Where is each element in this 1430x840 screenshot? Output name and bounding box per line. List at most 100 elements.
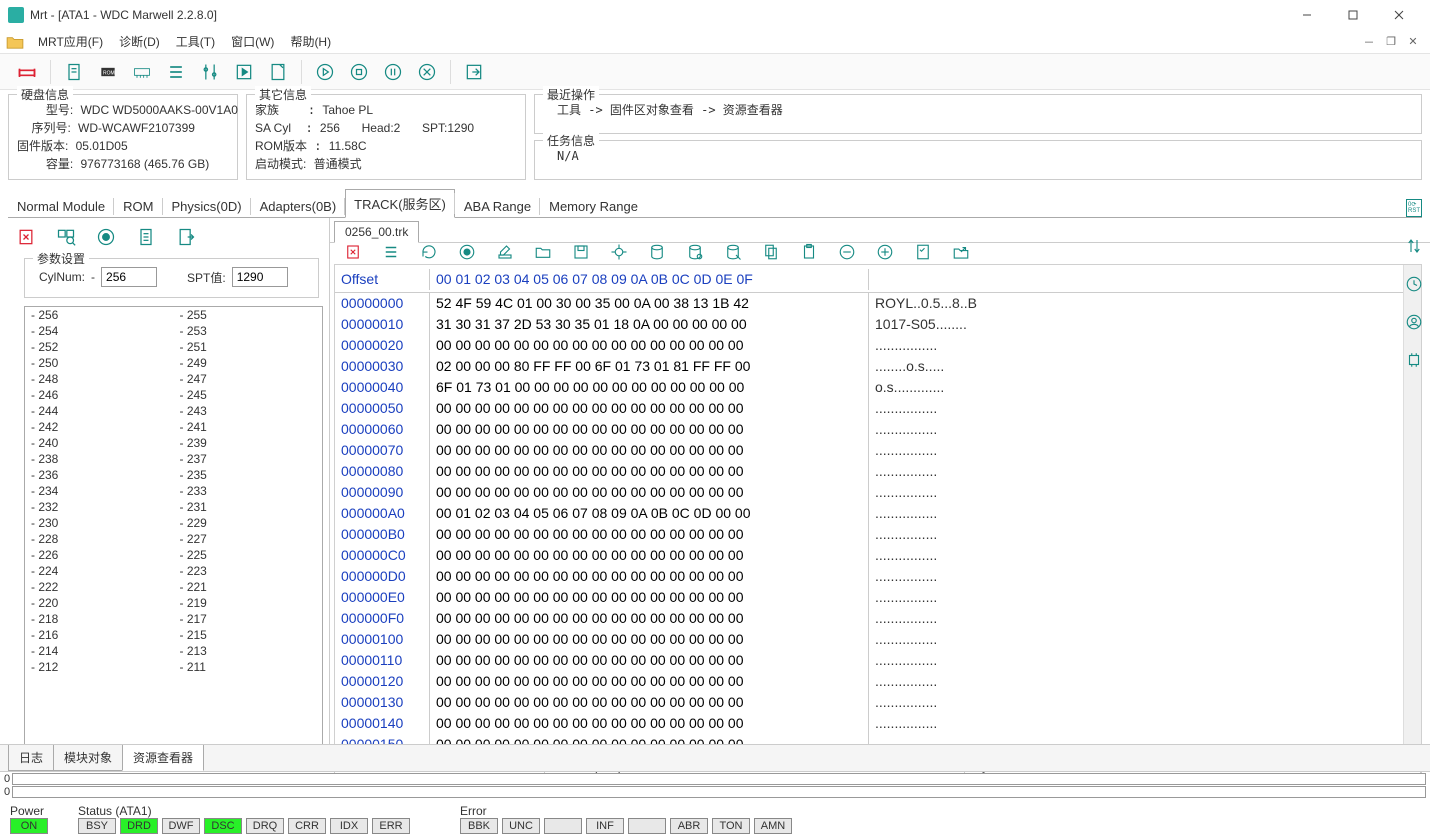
tool-cancel-icon[interactable] (410, 55, 444, 89)
list-item[interactable]: - 250- 249 (25, 355, 322, 371)
tool-run-icon[interactable] (227, 55, 261, 89)
maximize-button[interactable] (1330, 0, 1376, 30)
hex-tool-plus-icon[interactable] (876, 243, 894, 264)
hex-tool-db2-icon[interactable] (686, 243, 704, 264)
tool-doc-icon[interactable] (57, 55, 91, 89)
hex-row[interactable]: 0000005000 00 00 00 00 00 00 00 00 00 00… (335, 398, 1403, 419)
hex-tool-save-icon[interactable] (572, 243, 590, 264)
hex-tool-minus-icon[interactable] (838, 243, 856, 264)
list-item[interactable]: - 242- 241 (25, 419, 322, 435)
list-item[interactable]: - 238- 237 (25, 451, 322, 467)
hex-row[interactable]: 000000C000 00 00 00 00 00 00 00 00 00 00… (335, 545, 1403, 566)
hex-row[interactable]: 0000001031 30 31 37 2D 53 30 35 01 18 0A… (335, 314, 1403, 335)
list-item[interactable]: - 256- 255 (25, 307, 322, 323)
hex-row[interactable]: 000000A000 01 02 03 04 05 06 07 08 09 0A… (335, 503, 1403, 524)
menu-tools[interactable]: 工具(T) (176, 33, 215, 50)
hex-row[interactable]: 000000B000 00 00 00 00 00 00 00 00 00 00… (335, 524, 1403, 545)
spt-input[interactable] (232, 267, 288, 287)
hex-tool-record-icon[interactable] (458, 243, 476, 264)
left-tool-page-icon[interactable] (136, 227, 156, 250)
list-item[interactable]: - 234- 233 (25, 483, 322, 499)
hex-row[interactable]: 0000007000 00 00 00 00 00 00 00 00 00 00… (335, 440, 1403, 461)
menu-help[interactable]: 帮助(H) (290, 33, 331, 50)
hex-row[interactable]: 0000011000 00 00 00 00 00 00 00 00 00 00… (335, 650, 1403, 671)
main-tab-0[interactable]: Normal Module (8, 194, 114, 218)
right-chip-icon[interactable] (1402, 348, 1426, 372)
list-item[interactable]: - 232- 231 (25, 499, 322, 515)
tool-ram-icon[interactable] (125, 55, 159, 89)
hex-row[interactable]: 000000E000 00 00 00 00 00 00 00 00 00 00… (335, 587, 1403, 608)
list-item[interactable]: - 224- 223 (25, 563, 322, 579)
hex-row[interactable]: 0000003002 00 00 00 80 FF FF 00 6F 01 73… (335, 356, 1403, 377)
mdi-restore-button[interactable]: ❐ (1380, 31, 1402, 53)
hex-row[interactable]: 0000008000 00 00 00 00 00 00 00 00 00 00… (335, 461, 1403, 482)
hex-tool-share-icon[interactable] (952, 243, 970, 264)
bottom-tab-1[interactable]: 模块对象 (53, 745, 123, 771)
list-item[interactable]: - 222- 221 (25, 579, 322, 595)
bottom-tab-2[interactable]: 资源查看器 (122, 745, 204, 771)
list-item[interactable]: - 240- 239 (25, 435, 322, 451)
hex-row[interactable]: 0000000052 4F 59 4C 01 00 30 00 35 00 0A… (335, 293, 1403, 314)
tool-settings-icon[interactable] (193, 55, 227, 89)
hex-tool-db1-icon[interactable] (648, 243, 666, 264)
hex-tool-copy-icon[interactable] (762, 243, 780, 264)
hex-tool-checklist-icon[interactable] (914, 243, 932, 264)
hex-row[interactable]: 0000006000 00 00 00 00 00 00 00 00 00 00… (335, 419, 1403, 440)
close-button[interactable] (1376, 0, 1422, 30)
tool-play-icon[interactable] (308, 55, 342, 89)
hex-row[interactable]: 0000012000 00 00 00 00 00 00 00 00 00 00… (335, 671, 1403, 692)
hex-tool-delete-icon[interactable] (344, 243, 362, 264)
right-clock-icon[interactable] (1402, 272, 1426, 296)
right-rst-button[interactable]: 0⟳RST (1402, 196, 1426, 220)
hex-row[interactable]: 000000D000 00 00 00 00 00 00 00 00 00 00… (335, 566, 1403, 587)
left-tool-record-icon[interactable] (96, 227, 116, 250)
hex-tool-edit-icon[interactable] (496, 243, 514, 264)
tool-note-icon[interactable] (261, 55, 295, 89)
main-tab-3[interactable]: Adapters(0B) (251, 194, 346, 218)
hex-tool-open-icon[interactable] (534, 243, 552, 264)
hex-viewer[interactable]: Offset 00 01 02 03 04 05 06 07 08 09 0A … (334, 264, 1422, 758)
hex-row[interactable]: 000000406F 01 73 01 00 00 00 00 00 00 00… (335, 377, 1403, 398)
hex-row[interactable]: 000000F000 00 00 00 00 00 00 00 00 00 00… (335, 608, 1403, 629)
hex-row[interactable]: 0000014000 00 00 00 00 00 00 00 00 00 00… (335, 713, 1403, 734)
list-item[interactable]: - 246- 245 (25, 387, 322, 403)
list-item[interactable]: - 228- 227 (25, 531, 322, 547)
hex-row[interactable]: 0000002000 00 00 00 00 00 00 00 00 00 00… (335, 335, 1403, 356)
file-tab[interactable]: 0256_00.trk (334, 221, 419, 243)
menu-mrt[interactable]: MRT应用(F) (38, 33, 103, 50)
mdi-minimize-button[interactable]: － (1358, 31, 1380, 53)
left-tool-export-icon[interactable] (176, 227, 196, 250)
hex-row[interactable]: 0000009000 00 00 00 00 00 00 00 00 00 00… (335, 482, 1403, 503)
hex-tool-db3-icon[interactable] (724, 243, 742, 264)
list-item[interactable]: - 214- 213 (25, 643, 322, 659)
list-item[interactable]: - 252- 251 (25, 339, 322, 355)
list-item[interactable]: - 216- 215 (25, 627, 322, 643)
tool-bed-icon[interactable] (10, 55, 44, 89)
main-tab-4[interactable]: TRACK(服务区) (345, 189, 455, 218)
left-tool-search-icon[interactable] (56, 227, 76, 250)
minimize-button[interactable] (1284, 0, 1330, 30)
bottom-tab-0[interactable]: 日志 (8, 745, 54, 771)
tool-pause-icon[interactable] (376, 55, 410, 89)
tool-list-icon[interactable] (159, 55, 193, 89)
main-tab-2[interactable]: Physics(0D) (163, 194, 251, 218)
hex-tool-paste-icon[interactable] (800, 243, 818, 264)
cylnum-input[interactable] (101, 267, 157, 287)
main-tab-6[interactable]: Memory Range (540, 194, 647, 218)
mdi-close-button[interactable]: ✕ (1402, 31, 1424, 53)
list-item[interactable]: - 248- 247 (25, 371, 322, 387)
tool-rom-icon[interactable]: ROM (91, 55, 125, 89)
tool-stop-icon[interactable] (342, 55, 376, 89)
left-tool-delete-icon[interactable] (16, 227, 36, 250)
list-item[interactable]: - 230- 229 (25, 515, 322, 531)
menu-diag[interactable]: 诊断(D) (119, 33, 160, 50)
list-item[interactable]: - 226- 225 (25, 547, 322, 563)
list-item[interactable]: - 254- 253 (25, 323, 322, 339)
hex-row[interactable]: 0000010000 00 00 00 00 00 00 00 00 00 00… (335, 629, 1403, 650)
hex-tool-lines-icon[interactable] (382, 243, 400, 264)
right-user-icon[interactable] (1402, 310, 1426, 334)
right-adjust-icon[interactable] (1402, 234, 1426, 258)
main-tab-5[interactable]: ABA Range (455, 194, 540, 218)
main-tab-1[interactable]: ROM (114, 194, 162, 218)
track-list[interactable]: - 256- 255- 254- 253- 252- 251- 250- 249… (24, 306, 323, 758)
